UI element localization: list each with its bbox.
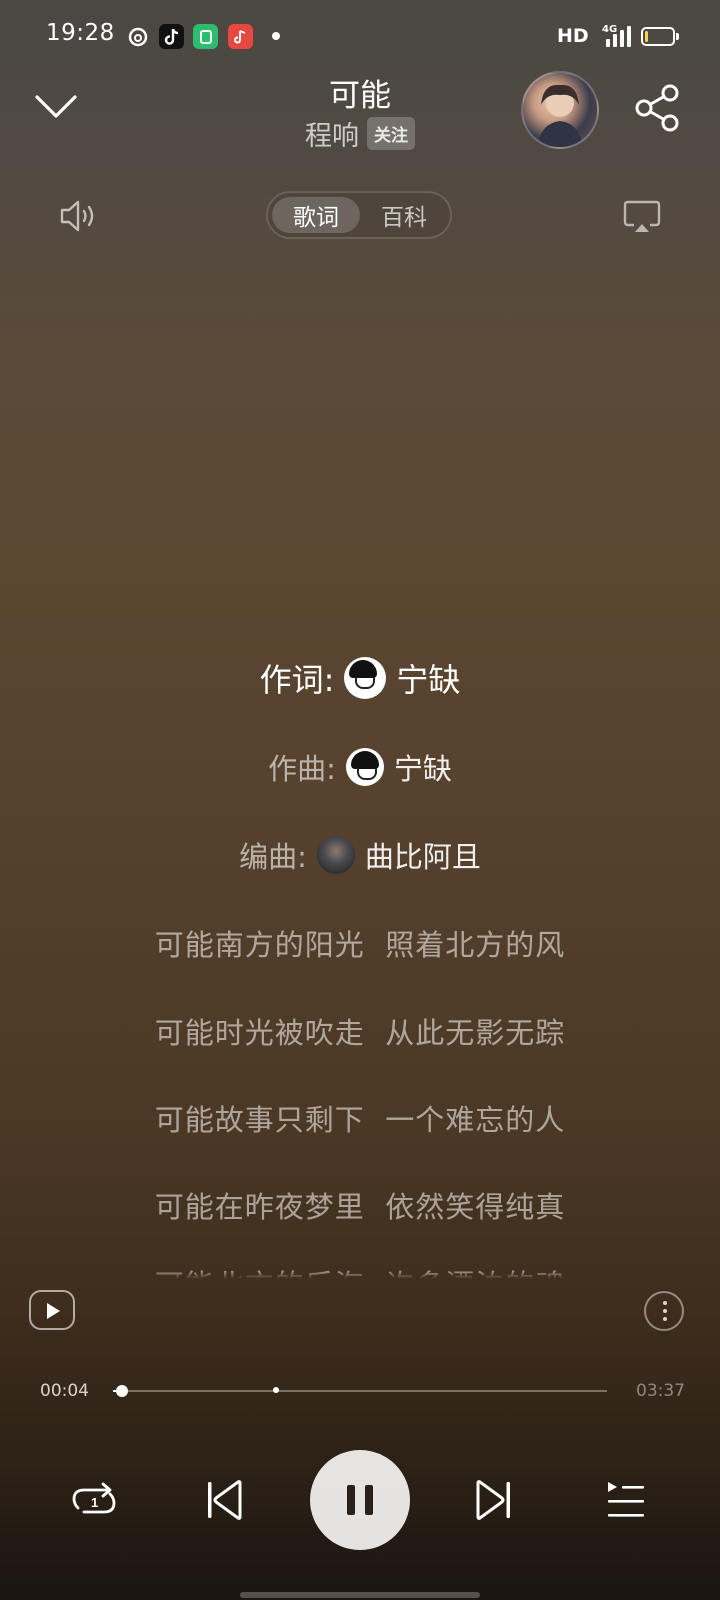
netease-music-icon (125, 24, 150, 49)
progress-bar[interactable] (113, 1385, 607, 1397)
credit-lyricist: 作词: 宁缺 (0, 655, 720, 701)
playlist-icon (608, 1482, 644, 1517)
signal-icon (606, 26, 632, 47)
speaker-icon (60, 200, 94, 232)
total-time: 03:37 (636, 1381, 685, 1401)
highlight-marker[interactable] (272, 1387, 279, 1393)
repeat-one-button[interactable]: 1 (70, 1478, 118, 1522)
credit-name[interactable]: 宁缺 (396, 655, 460, 701)
artist-name[interactable]: 程响 (305, 114, 359, 153)
home-indicator[interactable] (240, 1592, 480, 1598)
volume-button[interactable] (58, 196, 100, 236)
status-time: 19:28 (46, 20, 115, 46)
dot (663, 1317, 667, 1321)
tab-lyrics[interactable]: 歌词 (272, 197, 360, 233)
song-title: 可能 (329, 78, 391, 114)
credit-arranger: 编曲: 曲比阿且 (0, 834, 720, 876)
skip-previous-icon (208, 1480, 242, 1520)
share-button[interactable] (632, 82, 684, 134)
battery-icon (641, 27, 679, 46)
lyric-line: 可能时光被吹走 从此无影无踪 (154, 1016, 566, 1050)
next-button[interactable] (474, 1478, 514, 1522)
credit-label: 作词: (259, 661, 335, 699)
pause-button[interactable] (310, 1450, 410, 1550)
pause-icon-bar (347, 1485, 355, 1515)
green-app-icon (193, 24, 218, 49)
airplay-icon (623, 200, 661, 232)
repeat-badge: 1 (91, 1495, 98, 1510)
lyric-line-fading: 可能北方的后海 许多漂泊的魂 (154, 1268, 566, 1286)
dot (663, 1301, 667, 1305)
video-play-button[interactable] (29, 1290, 75, 1330)
status-bar: 19:28 HD 4G (0, 0, 720, 70)
credit-label: 编曲: (239, 840, 307, 874)
lyric-line: 可能故事只剩下 一个难忘的人 (154, 1103, 566, 1137)
composer-avatar[interactable] (345, 748, 384, 786)
credit-composer: 作曲: 宁缺 (0, 746, 720, 788)
progress-knob[interactable] (115, 1385, 128, 1397)
repeat-one-icon: 1 (72, 1482, 116, 1514)
red-music-app-icon (228, 24, 253, 49)
artist-row: 程响 关注 (0, 113, 720, 153)
tiktok-icon (159, 24, 184, 49)
follow-button[interactable]: 关注 (367, 116, 415, 150)
notification-dot (272, 32, 280, 40)
credit-name[interactable]: 曲比阿且 (365, 834, 481, 876)
skip-next-icon (476, 1480, 510, 1520)
share-icon (635, 84, 679, 132)
dot (663, 1309, 667, 1313)
cast-button[interactable] (622, 199, 662, 235)
credit-name[interactable]: 宁缺 (394, 746, 452, 788)
credit-label: 作曲: (268, 752, 336, 786)
more-options-button[interactable] (644, 1291, 684, 1331)
arranger-avatar[interactable] (316, 836, 355, 874)
pause-icon-bar (365, 1485, 373, 1515)
artist-avatar[interactable] (521, 71, 599, 149)
previous-button[interactable] (204, 1478, 244, 1522)
tab-switcher: 歌词 百科 (266, 191, 452, 239)
current-time: 00:04 (40, 1381, 89, 1401)
playlist-button[interactable] (604, 1478, 648, 1522)
lyric-line: 可能南方的阳光 照着北方的风 (154, 928, 566, 962)
lyricist-avatar[interactable] (344, 657, 387, 699)
tab-wiki[interactable]: 百科 (360, 197, 448, 233)
hd-label: HD (557, 25, 589, 47)
lyric-line: 可能在昨夜梦里 依然笑得纯真 (154, 1190, 566, 1224)
